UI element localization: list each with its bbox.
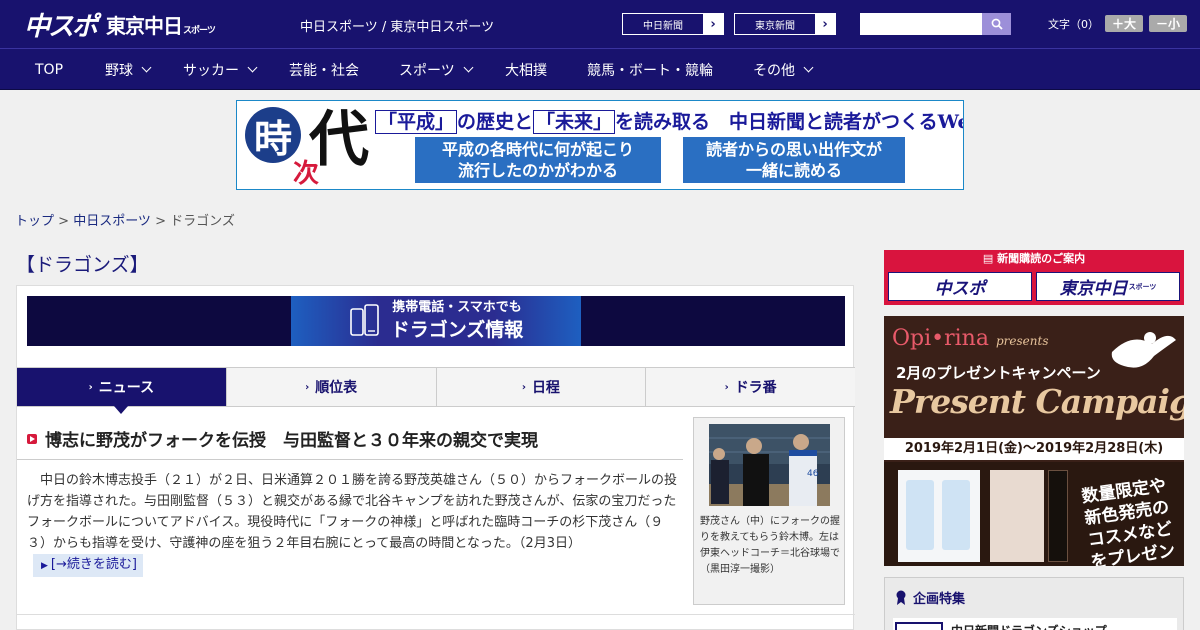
ad-promo-text: 数量限定や新色発売のコスメなどをプレゼント! bbox=[1080, 475, 1177, 566]
banner-headline: 「平成」の歴史と「未来」を読み取る 中日新聞と読者がつくるWebサイト bbox=[375, 107, 963, 135]
tab-news[interactable]: › ニュース bbox=[17, 368, 227, 414]
play-icon: ▶ bbox=[41, 561, 48, 571]
chevron-right-icon: › bbox=[724, 381, 729, 393]
nav-keiba[interactable]: 競馬・ボート・競輪 bbox=[587, 49, 713, 90]
photo-caption: 野茂さん（中）にフォークの握りを教えてもらう鈴木博。左は伊東ヘッドコーチ＝北谷球… bbox=[700, 516, 840, 575]
tab-schedule[interactable]: › 日程 bbox=[437, 368, 647, 406]
content-tabs: › ニュース › 順位表 › 日程 › ドラ番 bbox=[17, 367, 855, 414]
feature-item[interactable]: 中日新聞ドラゴンズショップ bbox=[893, 618, 1177, 630]
jidai-banner[interactable]: 時 次 代 「平成」の歴史と「未来」を読み取る 中日新聞と読者がつくるWebサイ… bbox=[236, 100, 964, 190]
chevron-right-icon: › bbox=[88, 381, 93, 393]
feature-box: 企画特集 中日新聞ドラゴンズショップ bbox=[884, 577, 1184, 630]
nav-sports[interactable]: スポーツ bbox=[399, 49, 474, 90]
breadcrumb-section[interactable]: 中日スポーツ bbox=[73, 214, 151, 229]
banner-box-left: 平成の各時代に何が起こり 流行したのかがわかる bbox=[415, 137, 661, 183]
chevron-right-icon: › bbox=[521, 381, 526, 393]
logo-tokyo-chunichi: 東京中日スポーツ bbox=[106, 13, 216, 38]
chevron-down-icon bbox=[463, 62, 474, 73]
site-link[interactable]: 中日スポーツ / 東京中日スポーツ bbox=[300, 16, 494, 35]
newspaper-icon: ▤ bbox=[982, 252, 994, 265]
divider bbox=[17, 614, 855, 615]
breadcrumb-home[interactable]: トップ bbox=[15, 214, 54, 229]
nav-entertainment[interactable]: 芸能・社会 bbox=[289, 49, 359, 90]
divider bbox=[17, 459, 683, 460]
article-body: 中日の鈴木博志投手（２１）が２日、日米通算２０１勝を誇る野茂英雄さん（５０）から… bbox=[27, 470, 677, 577]
ad-brand: Opi•rina presents bbox=[892, 326, 1049, 351]
nav-sumo[interactable]: 大相撲 bbox=[505, 49, 547, 90]
sidebar-ad[interactable]: Opi•rina presents 2月のプレゼントキャンペーン Present… bbox=[884, 316, 1184, 566]
breadcrumb-current: ドラゴンズ bbox=[170, 214, 235, 229]
mobile-phone-icon bbox=[349, 304, 379, 336]
ad-products: 数量限定や新色発売のコスメなどをプレゼント! bbox=[884, 462, 1184, 566]
banner-box-right: 読者からの思い出作文が 一緒に読める bbox=[683, 137, 905, 183]
nav-top[interactable]: TOP bbox=[35, 49, 63, 90]
product-image bbox=[1048, 470, 1068, 562]
ribbon-icon bbox=[896, 590, 906, 605]
nav-baseball[interactable]: 野球 bbox=[105, 49, 152, 90]
subscribe-chuspo-button[interactable]: 中スポ bbox=[888, 272, 1032, 301]
tab-doraban[interactable]: › ドラ番 bbox=[646, 368, 855, 406]
main-nav: TOP 野球 サッカー 芸能・社会 スポーツ 大相撲 競馬・ボート・競輪 その他 bbox=[0, 48, 1200, 90]
product-image bbox=[990, 470, 1044, 562]
chevron-right-icon: › bbox=[305, 381, 310, 393]
subscribe-box: ▤ 新聞購読のご案内 中スポ 東京中日 スポーツ bbox=[884, 250, 1184, 305]
banner-kanji-logo: 時 次 代 bbox=[245, 105, 375, 189]
ad-campaign-label: 2月のプレゼントキャンペーン bbox=[896, 364, 1101, 382]
site-logo[interactable]: 中スポ 東京中日スポーツ bbox=[24, 9, 216, 42]
ad-headline: Present Campaign bbox=[890, 382, 1184, 421]
nav-other[interactable]: その他 bbox=[753, 49, 814, 90]
svg-text:46: 46 bbox=[807, 469, 819, 479]
tab-standings[interactable]: › 順位表 bbox=[227, 368, 437, 406]
tokyo-shimbun-button[interactable]: 東京新聞 › bbox=[734, 13, 836, 35]
chunichi-shimbun-button[interactable]: 中日新聞 › bbox=[622, 13, 724, 35]
play-marker-icon bbox=[27, 433, 37, 444]
chevron-right-icon: › bbox=[815, 14, 835, 34]
chevron-down-icon bbox=[803, 62, 814, 73]
subscribe-header: ▤ 新聞購読のご案内 bbox=[982, 252, 1086, 265]
breadcrumb: トップ > 中日スポーツ > ドラゴンズ bbox=[15, 214, 235, 229]
nav-soccer[interactable]: サッカー bbox=[183, 49, 258, 90]
top-header: 中スポ 東京中日スポーツ 中日スポーツ / 東京中日スポーツ 中日新聞 › 東京… bbox=[0, 0, 1200, 48]
search-button[interactable] bbox=[982, 13, 1011, 35]
chevron-down-icon bbox=[247, 62, 258, 73]
subscribe-tokyo-chunichi-button[interactable]: 東京中日 スポーツ bbox=[1036, 272, 1180, 301]
logo-chuspo: 中スポ bbox=[24, 11, 98, 42]
chevron-right-icon: › bbox=[703, 14, 723, 34]
cupid-icon bbox=[1111, 332, 1176, 368]
feature-thumbnail bbox=[895, 622, 943, 630]
ad-dates: 2019年2月1日(金)～2019年2月28日(木) bbox=[884, 438, 1184, 460]
article-photo[interactable]: 46 bbox=[709, 424, 830, 506]
feature-title: 企画特集 bbox=[895, 588, 965, 607]
product-image bbox=[898, 470, 980, 562]
search-input[interactable] bbox=[860, 13, 982, 35]
font-size-label: 文字（0） bbox=[1048, 17, 1099, 31]
chevron-down-icon bbox=[141, 62, 152, 73]
font-size-control: 文字（0） ＋大 －小 bbox=[1048, 15, 1187, 32]
article-photo-box: 46 野茂さん（中）にフォークの握りを教えてもらう鈴木博。左は伊東ヘッドコーチ＝… bbox=[693, 417, 845, 605]
page-title: 【ドラゴンズ】 bbox=[16, 254, 149, 276]
main-panel: 携帯電話・スマホでも ドラゴンズ情報 › ニュース › 順位表 › 日程 › ドラ番 博… bbox=[16, 285, 855, 630]
article-title[interactable]: 博志に野茂がフォークを伝授 与田監督と３０年来の親交で実現 bbox=[27, 426, 683, 451]
mobile-dragons-banner[interactable]: 携帯電話・スマホでも ドラゴンズ情報 bbox=[27, 296, 845, 346]
font-smaller-button[interactable]: －小 bbox=[1149, 15, 1187, 32]
search-icon bbox=[991, 18, 1003, 30]
font-bigger-button[interactable]: ＋大 bbox=[1105, 15, 1143, 32]
read-more-link[interactable]: ▶ [→続きを読む] bbox=[33, 554, 143, 577]
